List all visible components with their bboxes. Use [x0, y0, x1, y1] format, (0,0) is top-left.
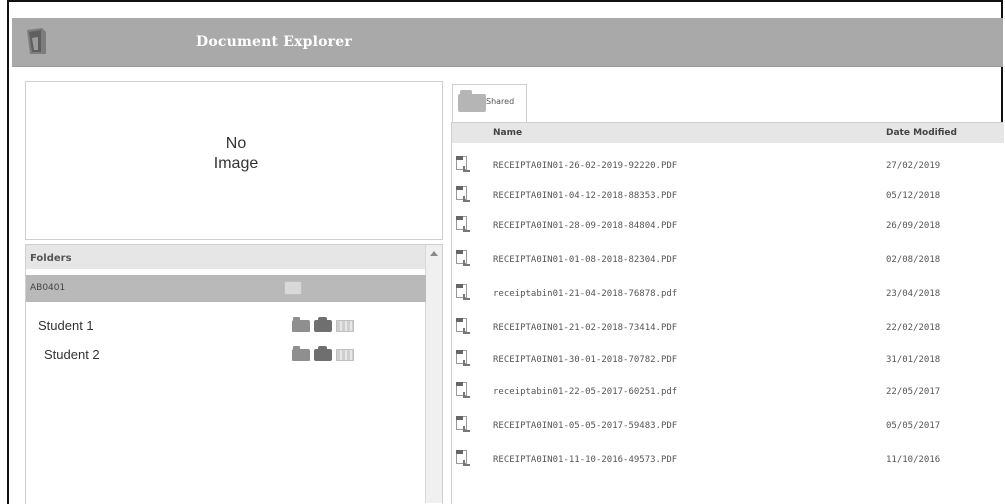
file-row[interactable]: RECEIPTA0IN01-30-01-2018-70782.PDF 31/01…: [452, 349, 1004, 375]
file-name: RECEIPTA0IN01-26-02-2019-92220.PDF: [493, 161, 678, 171]
file-date: 11/10/2016: [886, 455, 941, 465]
folder-icon: [458, 90, 486, 112]
file-name: RECEIPTA0IN01-05-05-2017-59483.PDF: [493, 421, 678, 431]
pdf-file-icon: [456, 186, 470, 202]
file-name: receiptabin01-22-05-2017-60251.pdf: [493, 387, 678, 397]
pdf-file-icon: [456, 156, 470, 172]
app-header: Document Explorer: [12, 18, 1003, 67]
image-preview-panel: No Image: [25, 81, 443, 240]
folders-header: Folders: [26, 245, 426, 269]
folder-row-label: AB0401: [30, 283, 66, 293]
file-name: RECEIPTA0IN01-30-01-2018-70782.PDF: [493, 355, 678, 365]
column-header-name[interactable]: Name: [493, 128, 522, 138]
scroll-up-arrow-icon[interactable]: [430, 251, 438, 256]
tab-label: Shared: [486, 97, 515, 106]
grid-icon[interactable]: [336, 320, 354, 332]
file-list: Name Date Modified RECEIPTA0IN01-26-02-2…: [451, 122, 1004, 504]
file-row[interactable]: receiptabin01-21-04-2018-76878.pdf 23/04…: [452, 283, 1004, 309]
file-name: RECEIPTA0IN01-28-09-2018-84804.PDF: [493, 221, 678, 231]
file-date: 26/09/2018: [886, 221, 941, 231]
file-name: receiptabin01-21-04-2018-76878.pdf: [493, 289, 678, 299]
folder-row-ab0401[interactable]: AB0401: [26, 275, 426, 302]
file-name: RECEIPTA0IN01-01-08-2018-82304.PDF: [493, 255, 678, 265]
pdf-file-icon: [456, 382, 470, 398]
file-list-header: Name Date Modified: [452, 123, 1004, 143]
pdf-file-icon: [456, 284, 470, 300]
open-folder-icon[interactable]: [314, 346, 332, 361]
document-explorer-logo-icon: [27, 28, 46, 54]
file-row[interactable]: RECEIPTA0IN01-04-12-2018-88353.PDF 05/12…: [452, 185, 1004, 211]
file-date: 31/01/2018: [886, 355, 941, 365]
pdf-file-icon: [456, 350, 470, 366]
grid-icon[interactable]: [336, 349, 354, 361]
no-image-text: No Image: [213, 135, 259, 172]
file-name: RECEIPTA0IN01-11-10-2016-49573.PDF: [493, 455, 678, 465]
file-row[interactable]: RECEIPTA0IN01-28-09-2018-84804.PDF 26/09…: [452, 215, 1004, 241]
student-actions: [292, 346, 362, 363]
file-row[interactable]: RECEIPTA0IN01-01-08-2018-82304.PDF 02/08…: [452, 249, 1004, 275]
folders-panel: Folders AB0401 Student 1 Student 2: [25, 244, 443, 504]
folder-icon[interactable]: [292, 346, 310, 361]
file-date: 23/04/2018: [886, 289, 941, 299]
folder-options-icon[interactable]: [284, 281, 302, 295]
app-title: Document Explorer: [196, 34, 352, 50]
pdf-file-icon: [456, 216, 470, 232]
file-date: 02/08/2018: [886, 255, 941, 265]
file-name: RECEIPTA0IN01-04-12-2018-88353.PDF: [493, 191, 678, 201]
tab-shared[interactable]: Shared: [452, 84, 527, 122]
student-row-2[interactable]: Student 2: [26, 344, 426, 366]
file-date: 22/02/2018: [886, 323, 941, 333]
file-date: 05/05/2017: [886, 421, 941, 431]
file-date: 22/05/2017: [886, 387, 941, 397]
pdf-file-icon: [456, 416, 470, 432]
column-header-date-modified[interactable]: Date Modified: [886, 128, 957, 138]
file-row[interactable]: RECEIPTA0IN01-05-05-2017-59483.PDF 05/05…: [452, 415, 1004, 441]
student-row-1[interactable]: Student 1: [26, 315, 426, 337]
file-name: RECEIPTA0IN01-21-02-2018-73414.PDF: [493, 323, 678, 333]
folders-scrollbar[interactable]: [425, 245, 442, 503]
folder-icon[interactable]: [292, 317, 310, 332]
pdf-file-icon: [456, 450, 470, 466]
student-label: Student 1: [38, 318, 94, 333]
pdf-file-icon: [456, 250, 470, 266]
file-row[interactable]: receiptabin01-22-05-2017-60251.pdf 22/05…: [452, 381, 1004, 407]
pdf-file-icon: [456, 318, 470, 334]
open-folder-icon[interactable]: [314, 317, 332, 332]
file-date: 27/02/2019: [886, 161, 941, 171]
file-row[interactable]: RECEIPTA0IN01-11-10-2016-49573.PDF 11/10…: [452, 449, 1004, 475]
student-actions: [292, 317, 362, 334]
file-row[interactable]: RECEIPTA0IN01-21-02-2018-73414.PDF 22/02…: [452, 317, 1004, 343]
file-row[interactable]: RECEIPTA0IN01-26-02-2019-92220.PDF 27/02…: [452, 155, 1004, 181]
file-date: 05/12/2018: [886, 191, 941, 201]
student-label: Student 2: [44, 347, 100, 362]
